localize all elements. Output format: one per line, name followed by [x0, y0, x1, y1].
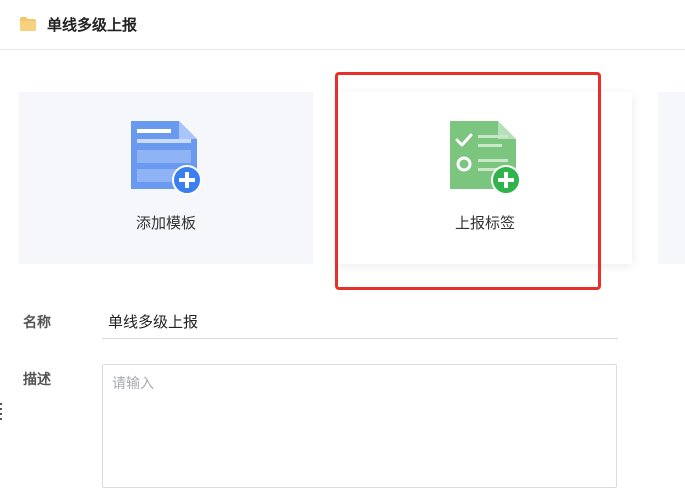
report-tag-card[interactable]: 上报标签 [338, 92, 632, 264]
description-label: 描述 [23, 372, 51, 388]
add-template-icon [131, 121, 202, 195]
add-template-card[interactable]: 添加模板 [19, 92, 313, 264]
add-template-label: 添加模板 [135, 214, 196, 232]
report-tag-icon [450, 121, 521, 195]
name-input[interactable]: 单线多级上报 [102, 305, 618, 339]
drag-handle-icon[interactable] [0, 403, 3, 423]
page-header: 单线多级上报 [0, 0, 685, 50]
page: 单线多级上报 添加模板 上报标签 名称 单线多级上报 描述 请输入 [0, 0, 685, 499]
page-title: 单线多级上报 [47, 16, 138, 34]
next-card-partial[interactable] [658, 92, 685, 264]
description-textarea[interactable] [102, 364, 617, 488]
report-tag-label: 上报标签 [454, 214, 515, 232]
name-label: 名称 [23, 315, 51, 331]
folder-icon [20, 17, 36, 31]
